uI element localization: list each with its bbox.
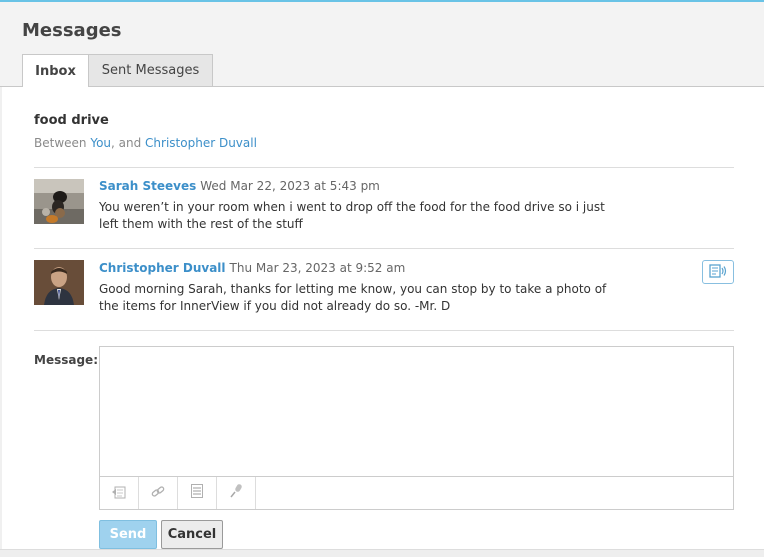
- dog-photo-avatar[interactable]: [34, 179, 84, 224]
- message-header: Christopher Duvall Thu Mar 23, 2023 at 9:…: [99, 261, 405, 275]
- insert-document-button[interactable]: [178, 477, 217, 509]
- message-body: Good morning Sarah, thanks for letting m…: [99, 282, 607, 313]
- between-prefix: Between: [34, 136, 91, 150]
- read-aloud-button[interactable]: [702, 260, 734, 284]
- read-aloud-icon: [709, 263, 727, 282]
- participant-you-link[interactable]: You: [90, 136, 111, 150]
- participant-other-link[interactable]: Christopher Duvall: [145, 136, 257, 150]
- cancel-button[interactable]: Cancel: [161, 520, 223, 549]
- page-title: Messages: [22, 20, 122, 41]
- editor-toolbar: [99, 476, 734, 510]
- record-audio-button[interactable]: [217, 477, 256, 509]
- tab-sent-messages[interactable]: Sent Messages: [88, 54, 213, 86]
- attach-file-icon: [111, 484, 127, 503]
- tab-baseline: [0, 86, 764, 87]
- link-icon: [150, 484, 166, 503]
- message-body: You weren’t in your room when i went to …: [99, 200, 605, 231]
- message-header: Sarah Steeves Wed Mar 22, 2023 at 5:43 pm: [99, 179, 380, 193]
- message-textarea[interactable]: [99, 346, 734, 477]
- active-tab-gap: [23, 86, 88, 87]
- document-icon: [190, 483, 204, 503]
- thread-subject: food drive: [34, 113, 109, 128]
- send-button[interactable]: Send: [99, 520, 157, 549]
- message-timestamp: Thu Mar 23, 2023 at 9:52 am: [229, 261, 406, 275]
- message-timestamp: Wed Mar 22, 2023 at 5:43 pm: [200, 179, 380, 193]
- participant-separator: , and: [111, 136, 146, 150]
- divider: [34, 167, 734, 168]
- divider: [34, 330, 734, 331]
- insert-link-button[interactable]: [139, 477, 178, 509]
- tab-sent-messages-label: Sent Messages: [101, 63, 200, 78]
- message-author-link[interactable]: Christopher Duvall: [99, 261, 226, 275]
- tab-inbox-label: Inbox: [35, 63, 76, 79]
- bottom-bar: [0, 549, 764, 557]
- message-author-link[interactable]: Sarah Steeves: [99, 179, 196, 193]
- message-label: Message:: [34, 353, 98, 367]
- tab-inbox[interactable]: Inbox: [22, 54, 89, 87]
- person-photo-avatar[interactable]: [34, 260, 84, 305]
- attach-file-button[interactable]: [100, 477, 139, 509]
- divider: [34, 248, 734, 249]
- thread-participants: Between You, and Christopher Duvall: [34, 136, 257, 150]
- microphone-icon: [228, 483, 244, 503]
